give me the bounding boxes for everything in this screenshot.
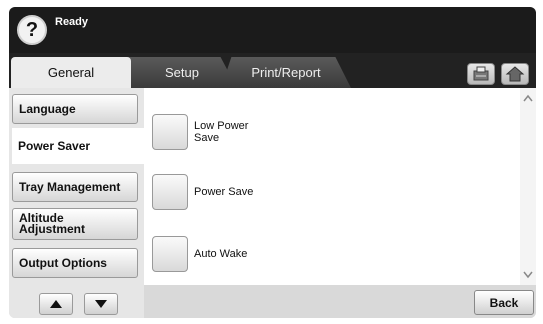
chevron-down-icon (523, 271, 533, 279)
power-save-checkbox[interactable] (152, 174, 188, 210)
low-power-save-label: Low Power Save (194, 120, 249, 144)
side-item-power-saver[interactable]: Power Saver (12, 128, 144, 164)
auto-wake-label: Auto Wake (194, 248, 248, 260)
side-item-altitude-adjustment[interactable]: Altitude Adjustment (12, 208, 138, 240)
status-text: Ready (55, 16, 89, 28)
home-button[interactable] (501, 63, 529, 85)
low-power-save-checkbox[interactable] (152, 114, 188, 150)
chevron-up-icon (523, 94, 533, 102)
scroll-up-button[interactable] (39, 293, 73, 315)
tab-bar: Setup Print/Report General (9, 53, 536, 88)
side-menu: Language Power Saver Tray Management Alt… (9, 88, 144, 318)
auto-wake-checkbox[interactable] (152, 236, 188, 272)
side-item-label: Power Saver (18, 138, 91, 153)
side-item-label: Output Options (19, 255, 107, 270)
home-icon (505, 66, 525, 82)
scroll-down-button[interactable] (84, 293, 118, 315)
help-button[interactable]: ? (17, 15, 47, 45)
tab-setup[interactable]: Setup (127, 57, 237, 88)
job-status-icon (473, 66, 489, 81)
tab-general[interactable]: General (11, 57, 131, 88)
tab-general-label: General (47, 65, 95, 80)
scrollbar[interactable] (520, 88, 536, 285)
device-screen: ? Ready Setup Print/Report General Langu… (9, 7, 536, 318)
tab-print-report[interactable]: Print/Report (221, 57, 351, 88)
side-item-output-options[interactable]: Output Options (12, 248, 138, 278)
back-button[interactable]: Back (474, 290, 534, 315)
power-save-label: Power Save (194, 186, 254, 198)
back-label: Back (489, 295, 519, 310)
arrow-up-icon (50, 300, 62, 308)
help-icon: ? (25, 18, 39, 41)
side-item-label: Tray Management (19, 179, 121, 194)
side-item-language[interactable]: Language (12, 94, 138, 124)
side-item-tray-management[interactable]: Tray Management (12, 172, 138, 202)
bottom-bar: Back (144, 285, 536, 318)
arrow-down-icon (95, 300, 107, 308)
job-status-button[interactable] (467, 63, 495, 85)
status-bar: ? Ready (9, 7, 536, 53)
side-item-label: Language (19, 101, 76, 116)
side-item-label: Altitude Adjustment (19, 211, 85, 236)
tab-print-report-label: Print/Report (251, 65, 321, 80)
options-panel: Low Power Save Power Save Auto Wake (144, 88, 536, 285)
tab-setup-label: Setup (165, 65, 199, 80)
